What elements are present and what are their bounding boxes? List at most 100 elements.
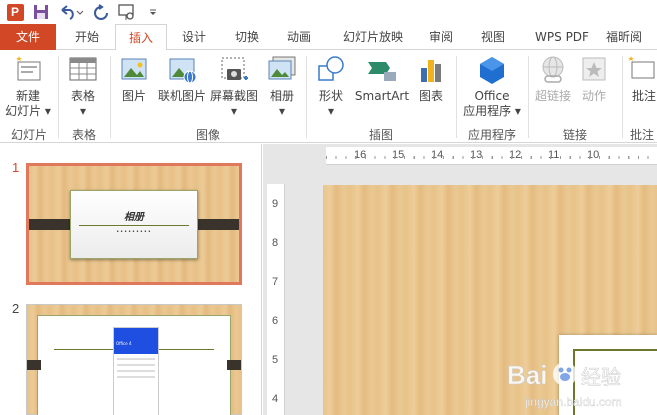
svg-text:jingyan.baidu.com: jingyan.baidu.com <box>524 395 622 409</box>
presenter-icon[interactable] <box>116 2 138 22</box>
ruler-mark: 7 <box>272 276 279 288</box>
tab-file[interactable]: 文件 <box>0 24 56 50</box>
save-icon[interactable] <box>30 2 52 22</box>
ruler-mark: 10 <box>587 149 600 161</box>
thumbnail-bar-left <box>27 360 41 370</box>
slide-thumbnail-1[interactable]: 相册 ••••••••• <box>26 163 242 285</box>
ruler-mark: 6 <box>272 315 279 327</box>
vertical-ruler: 9 8 7 6 5 4 <box>267 184 285 415</box>
thumbnail-bar-right <box>197 219 239 230</box>
group-label-apps: 应用程序 <box>467 128 516 142</box>
tab-slideshow[interactable]: 幻灯片放映 <box>330 24 416 50</box>
quick-access-toolbar: P <box>0 0 657 24</box>
action-button[interactable]: 动作 <box>576 54 612 104</box>
smartart-button[interactable]: SmartArt <box>352 54 412 104</box>
group-separator <box>456 56 457 138</box>
thumbnail-rule <box>79 225 189 226</box>
group-separator <box>110 56 111 138</box>
customize-toolbar-icon[interactable] <box>142 2 164 22</box>
tab-view[interactable]: 视图 <box>470 24 516 50</box>
picture-button[interactable]: 图片 <box>114 54 154 104</box>
online-picture-icon <box>166 54 198 86</box>
comment-button[interactable]: 批注 <box>626 54 657 104</box>
smartart-icon <box>366 54 398 86</box>
tab-animations[interactable]: 动画 <box>276 24 322 50</box>
tab-foxit[interactable]: 福昕阅 <box>606 24 657 50</box>
screenshot-arrow: ▾ <box>230 104 238 118</box>
photo-album-button[interactable]: 相册 ▾ <box>262 54 302 119</box>
new-slide-icon <box>12 54 44 86</box>
comment-label: 批注 <box>632 89 657 103</box>
phone-line <box>117 358 155 360</box>
thumbnail-subtitle: ••••••••• <box>116 229 152 235</box>
slide-number-2: 2 <box>12 301 20 316</box>
undo-icon[interactable] <box>56 2 86 22</box>
shapes-button[interactable]: 形状 ▾ <box>310 54 352 119</box>
ruler-mark: 12 <box>509 149 522 161</box>
new-slide-button[interactable]: 新建 幻灯片 ▾ <box>4 54 52 119</box>
baidu-watermark: Bai 经验 jingyan.baidu.com <box>505 354 655 414</box>
tab-transitions[interactable]: 切换 <box>224 24 270 50</box>
tab-review[interactable]: 审阅 <box>418 24 464 50</box>
new-slide-label-2: 幻灯片 ▾ <box>5 104 51 118</box>
chart-label: 图表 <box>418 89 443 103</box>
group-label-images: 图像 <box>195 128 220 142</box>
action-star-icon <box>578 54 610 86</box>
hyperlink-icon <box>537 54 569 86</box>
phone-line <box>117 370 155 372</box>
slide-thumbnail-pane[interactable]: 1 相册 ••••••••• 2 Office 4 <box>0 144 262 415</box>
action-label: 动作 <box>581 89 606 103</box>
group-separator <box>306 56 307 138</box>
phone-card-title: Office 4 <box>116 341 132 346</box>
office-store-icon <box>476 54 508 86</box>
online-picture-label: 联机图片 <box>157 89 206 103</box>
shapes-icon <box>315 54 347 86</box>
redo-icon[interactable] <box>90 2 112 22</box>
group-label-links: 链接 <box>562 128 587 142</box>
ribbon-tabs: 文件 开始 插入 设计 切换 动画 幻灯片放映 审阅 视图 WPS PDF 福昕… <box>0 24 657 51</box>
comment-icon <box>626 54 657 86</box>
online-picture-button[interactable]: 联机图片 <box>156 54 208 104</box>
svg-text:Bai: Bai <box>507 360 547 390</box>
picture-label: 图片 <box>121 89 146 103</box>
new-slide-label-1: 新建 <box>15 89 40 103</box>
table-label: 表格 <box>70 89 95 103</box>
hyperlink-label: 超链接 <box>534 89 571 103</box>
chart-button[interactable]: 图表 <box>412 54 450 104</box>
hyperlink-button[interactable]: 超链接 <box>532 54 574 104</box>
thumbnail-phone-screenshot: Office 4 <box>113 327 159 415</box>
photo-album-arrow: ▾ <box>278 104 286 118</box>
ruler-mark: 15 <box>392 149 405 161</box>
smartart-label: SmartArt <box>354 89 410 103</box>
tab-insert[interactable]: 插入 <box>115 24 167 51</box>
group-label-tables: 表格 <box>71 128 96 142</box>
office-apps-label-2: 应用程序 ▾ <box>463 104 521 118</box>
ruler-mark: 9 <box>272 198 279 210</box>
tab-wps-pdf[interactable]: WPS PDF <box>524 24 600 50</box>
group-separator <box>58 56 59 138</box>
tab-design[interactable]: 设计 <box>170 24 218 50</box>
slide-thumbnail-2[interactable]: Office 4 <box>26 304 242 415</box>
table-arrow: ▾ <box>79 104 87 118</box>
photo-album-icon <box>266 54 298 86</box>
group-separator <box>622 56 623 138</box>
office-apps-label-1: Office <box>474 89 510 103</box>
ruler-mark: 8 <box>272 237 279 249</box>
screenshot-icon <box>218 54 250 86</box>
group-label-slides: 幻灯片 <box>10 128 47 142</box>
powerpoint-logo-icon: P <box>4 2 26 22</box>
phone-line <box>117 376 155 378</box>
ribbon-insert: 新建 幻灯片 ▾ 表格 ▾ 图片 联机图片 屏幕截图 ▾ 相册 ▾ 形状 ▾ S… <box>0 50 657 143</box>
tab-home[interactable]: 开始 <box>62 24 112 50</box>
thumbnail-bar-left <box>29 219 71 230</box>
ruler-ticks <box>326 156 657 159</box>
slide-number-1: 1 <box>12 160 20 175</box>
ruler-mark: 16 <box>354 149 367 161</box>
shapes-arrow: ▾ <box>327 104 335 118</box>
table-button[interactable]: 表格 ▾ <box>62 54 104 119</box>
group-separator <box>528 56 529 138</box>
screenshot-button[interactable]: 屏幕截图 ▾ <box>208 54 260 119</box>
table-icon <box>67 54 99 86</box>
office-apps-button[interactable]: Office 应用程序 ▾ <box>460 54 524 119</box>
ruler-mark: 5 <box>272 354 279 366</box>
